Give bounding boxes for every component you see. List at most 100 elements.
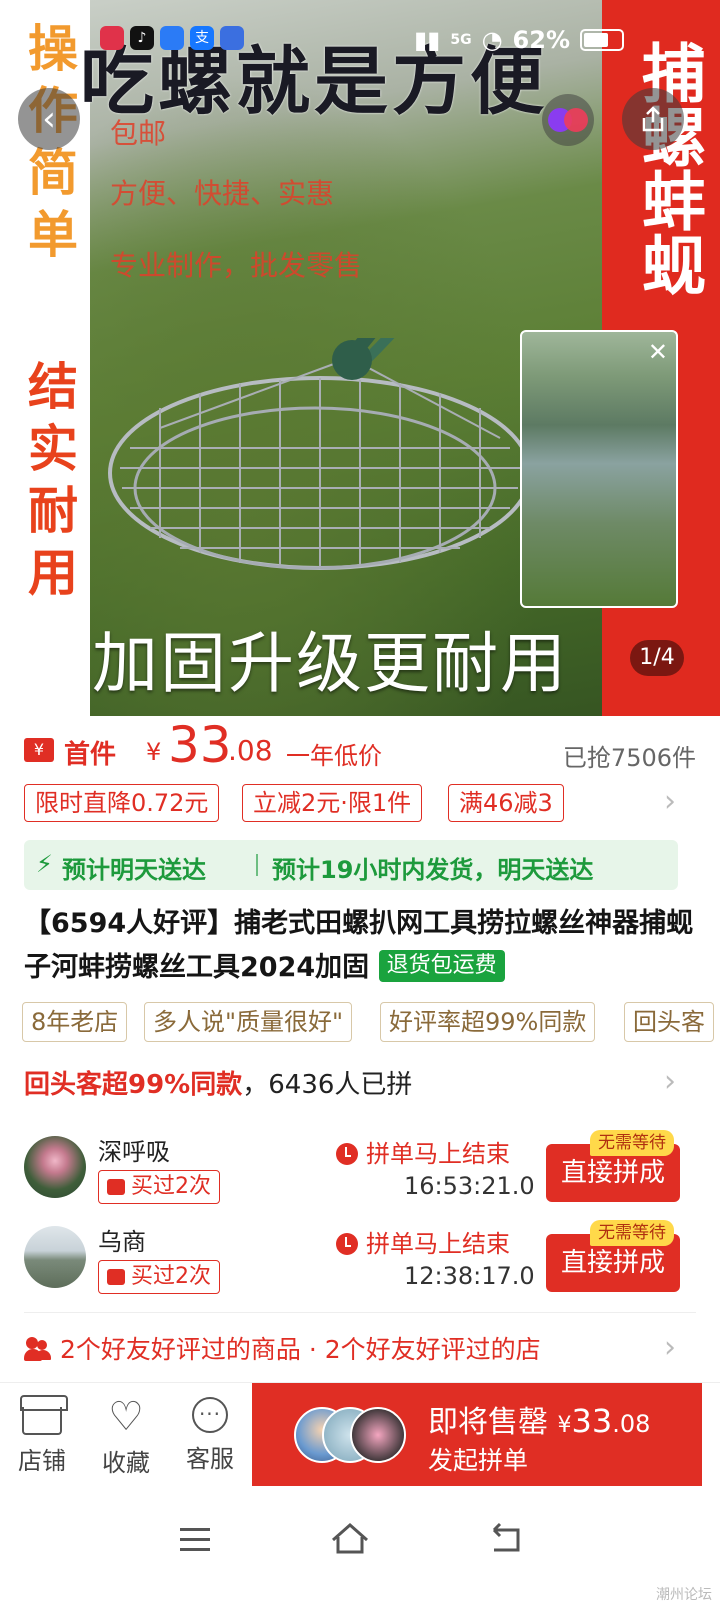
alarm-icon bbox=[336, 1233, 358, 1255]
store-tag: 好评率超99%同款 bbox=[380, 1002, 596, 1042]
chevron-right-icon[interactable]: › bbox=[664, 784, 676, 819]
countdown-timer: 12:38:17.0 bbox=[404, 1262, 535, 1290]
coupon-chip[interactable]: 限时直降0.72元 bbox=[24, 784, 220, 822]
signal-icon: ▮▮ bbox=[413, 26, 441, 54]
app-notification-icon bbox=[160, 26, 184, 50]
coupon-chip[interactable]: 立减2元·限1件 bbox=[242, 784, 423, 822]
product-title: 【6594人好评】捕老式田螺扒网工具捞拉螺丝神器捕蚬子河蚌捞螺丝工具2024加固… bbox=[24, 902, 696, 990]
notification-icons: ♪ 支 bbox=[100, 26, 244, 50]
close-icon[interactable]: ✕ bbox=[648, 338, 668, 366]
store-button[interactable]: 店铺 bbox=[2, 1391, 82, 1476]
friends-icon bbox=[24, 1337, 52, 1361]
group-buy-summary[interactable]: 回头客超99%同款，6436人已拼 › bbox=[24, 1064, 696, 1108]
price-label: 首件 bbox=[64, 740, 117, 770]
network-type: 5G bbox=[450, 32, 472, 48]
buy-price-line: 即将售罄 ¥33.08 bbox=[428, 1397, 650, 1441]
delivery-primary: 预计明天送达 bbox=[62, 856, 206, 884]
store-tag: 多人说"质量很好" bbox=[144, 1002, 353, 1042]
menu-button[interactable] bbox=[164, 1510, 224, 1570]
price-integer: 33 bbox=[168, 716, 232, 774]
chevron-right-icon[interactable]: › bbox=[664, 1064, 676, 1099]
bought-badge: 买过2次 bbox=[98, 1260, 220, 1294]
sold-count: 已抢7506件 bbox=[562, 744, 696, 772]
group-buy-item: 乌商 买过2次 拼单马上结束 12:38:17.0 直接拼成 无需等待 bbox=[24, 1220, 696, 1300]
left-banner-text-bottom: 结实耐用 bbox=[20, 360, 78, 608]
image-counter: 1/4 bbox=[630, 640, 684, 676]
friends-review-row[interactable]: 2个好友好评过的商品 · 2个好友好评过的店 › bbox=[24, 1330, 696, 1370]
chat-icon bbox=[192, 1397, 228, 1433]
avatar bbox=[24, 1226, 86, 1288]
home-icon bbox=[332, 1522, 368, 1554]
repeat-highlight: 回头客超99%同款 bbox=[24, 1070, 243, 1100]
friends-text: 2个好友好评过的商品 · 2个好友好评过的店 bbox=[60, 1335, 541, 1364]
divider bbox=[256, 854, 258, 876]
bought-text: 买过2次 bbox=[131, 1174, 211, 1199]
lightning-icon: ⚡ bbox=[36, 850, 53, 878]
share-button[interactable] bbox=[622, 88, 684, 150]
alipay-icon: 支 bbox=[190, 26, 214, 50]
delivery-banner[interactable]: ⚡ 预计明天送达 预计19小时内发货，明天送达 bbox=[24, 840, 678, 890]
store-tag: 回头客 bbox=[624, 1002, 714, 1042]
bag-icon bbox=[107, 1179, 125, 1195]
net-illustration bbox=[108, 338, 532, 570]
store-tag: 8年老店 bbox=[22, 1002, 128, 1042]
heart-icon: ♡ bbox=[108, 1394, 144, 1440]
group-status-text: 拼单马上结束 bbox=[366, 1230, 510, 1258]
store-label: 店铺 bbox=[18, 1447, 66, 1475]
price-icon: ¥ bbox=[24, 738, 54, 762]
hero-caption: 加固升级更耐用 bbox=[92, 625, 568, 702]
favorite-button[interactable]: ♡ 收藏 bbox=[86, 1391, 166, 1478]
home-button[interactable] bbox=[320, 1510, 380, 1570]
avatar bbox=[350, 1407, 406, 1463]
app-notification-icon bbox=[100, 26, 124, 50]
customer-service-button[interactable]: 客服 bbox=[170, 1391, 250, 1474]
app-logo-icon[interactable] bbox=[542, 94, 594, 146]
back-button[interactable]: ‹ bbox=[18, 88, 80, 150]
watermark: 潮州论坛 bbox=[656, 1587, 712, 1603]
low-price-tag: 一年低价 bbox=[286, 742, 382, 770]
no-wait-badge: 无需等待 bbox=[590, 1220, 674, 1246]
product-image-carousel[interactable]: 操作简单 结实耐用 包邮 方便、快捷、实惠 专业制作，批发零售 bbox=[0, 0, 720, 716]
status-bar: ♪ 支 ▮▮ 5G ◔ 62% bbox=[0, 0, 720, 80]
group-buy-item: 深呼吸 买过2次 拼单马上结束 16:53:21.0 直接拼成 无需等待 bbox=[24, 1130, 696, 1210]
bag-icon bbox=[107, 1269, 125, 1285]
buy-price-dec: .08 bbox=[612, 1410, 651, 1438]
price-decimal: .08 bbox=[228, 734, 273, 767]
product-page: 操作简单 结实耐用 包邮 方便、快捷、实惠 专业制作，批发零售 bbox=[0, 0, 720, 1608]
back-nav-button[interactable] bbox=[476, 1510, 536, 1570]
delivery-secondary: 预计19小时内发货，明天送达 bbox=[272, 856, 594, 884]
group-status: 拼单马上结束 bbox=[336, 1224, 510, 1259]
chevron-right-icon[interactable]: › bbox=[664, 1330, 676, 1365]
tiktok-icon: ♪ bbox=[130, 26, 154, 50]
customer-service-label: 客服 bbox=[186, 1445, 234, 1473]
divider bbox=[24, 1312, 696, 1313]
start-group-label: 发起拼单 bbox=[428, 1446, 529, 1475]
group-status: 拼单马上结束 bbox=[336, 1134, 510, 1169]
coupon-chip[interactable]: 满46减3 bbox=[448, 784, 564, 822]
system-nav-bar: 潮州论坛 bbox=[0, 1486, 720, 1608]
buy-currency: ¥ bbox=[557, 1413, 572, 1438]
user-name: 深呼吸 bbox=[98, 1138, 170, 1166]
vivo-icon bbox=[220, 26, 244, 50]
user-name: 乌商 bbox=[98, 1228, 146, 1256]
bought-text: 买过2次 bbox=[131, 1264, 211, 1289]
avatar bbox=[24, 1136, 86, 1198]
countdown-timer: 16:53:21.0 bbox=[404, 1172, 535, 1200]
store-tags: 8年老店 多人说"质量很好" 好评率超99%同款 回头客 bbox=[22, 1002, 720, 1044]
bottom-action-bar: 店铺 ♡ 收藏 客服 即将售罄 ¥33.08 发起拼单 bbox=[0, 1382, 720, 1487]
promo-line: 专业制作，批发零售 bbox=[110, 249, 363, 282]
bought-badge: 买过2次 bbox=[98, 1170, 220, 1204]
status-right: ▮▮ 5G ◔ 62% bbox=[414, 26, 624, 54]
chevron-left-icon: ‹ bbox=[42, 99, 56, 139]
start-group-buy-button[interactable]: 即将售罄 ¥33.08 发起拼单 bbox=[252, 1383, 702, 1487]
group-count: ，6436人已拼 bbox=[242, 1070, 413, 1100]
group-status-text: 拼单马上结束 bbox=[366, 1140, 510, 1168]
share-icon bbox=[642, 106, 664, 132]
buyer-avatars bbox=[294, 1407, 406, 1463]
back-arrow-icon bbox=[492, 1522, 520, 1552]
wifi-icon: ◔ bbox=[481, 26, 503, 54]
mini-video-player[interactable]: ✕ bbox=[520, 330, 678, 608]
coupon-row[interactable]: 限时直降0.72元 立减2元·限1件 满46减3 › bbox=[24, 784, 696, 824]
no-wait-badge: 无需等待 bbox=[590, 1130, 674, 1156]
product-title-text: 【6594人好评】捕老式田螺扒网工具捞拉螺丝神器捕蚬子河蚌捞螺丝工具2024加固 bbox=[24, 908, 694, 983]
